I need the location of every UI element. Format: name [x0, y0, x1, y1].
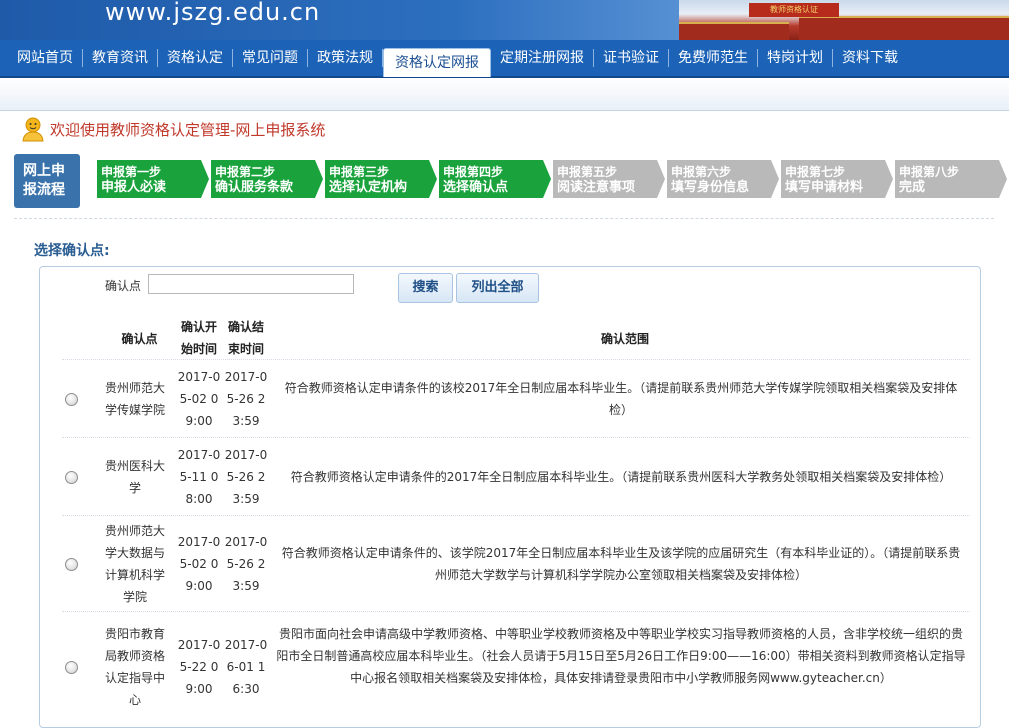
- step-number: 申报第五步: [557, 165, 618, 179]
- step-number: 申报第六步: [671, 165, 732, 179]
- cell-point: 贵州师范大学大数据与计算机科学学院: [104, 524, 165, 604]
- step-title: 选择确认点: [443, 180, 509, 195]
- row-select-radio[interactable]: [65, 393, 78, 406]
- steps-label: 网上申 报流程: [14, 154, 80, 208]
- column-header-scope: 确认范围: [600, 332, 649, 346]
- banner-sign: 教师资格认证: [749, 3, 839, 17]
- step-6: 申报第六步 填写身份信息: [667, 160, 779, 198]
- nav-item-9[interactable]: 特岗计划: [758, 49, 833, 67]
- welcome-bar: 欢迎使用教师资格认定管理-网上申报系统: [20, 116, 325, 142]
- column-header-start-line2: 始时间: [180, 342, 217, 356]
- step-1: 申报第一步 申报人必读: [97, 160, 209, 198]
- cell-start-time: 2017-05-02 09:00: [177, 370, 221, 428]
- cell-scope: 符合教师资格认定申请条件的该校2017年全日制应届本科毕业生。（请提前联系贵州师…: [284, 381, 958, 417]
- nav-item-3[interactable]: 常见问题: [233, 49, 308, 67]
- cell-point: 贵阳市教育局教师资格认定指导中心: [104, 627, 165, 707]
- step-3: 申报第三步 选择认定机构: [325, 160, 437, 198]
- site-url: www.jszg.edu.cn: [105, 0, 321, 26]
- nav-item-0[interactable]: 网站首页: [8, 49, 83, 67]
- confirm-point-search-input[interactable]: [148, 274, 354, 294]
- step-title: 阅读注意事项: [557, 180, 636, 195]
- column-header-end: 确认结 束时间: [224, 316, 268, 360]
- step-title: 确认服务条款: [215, 180, 294, 195]
- cell-scope: 贵阳市面向社会申请高级中学教师资格、中等职业学校教师资格及中等职业学校实习指导教…: [276, 627, 966, 685]
- cell-scope: 符合教师资格认定申请条件的、该学院2017年全日制应届本科毕业生及该学院的应届研…: [281, 546, 961, 582]
- search-label: 确认点: [105, 279, 142, 293]
- table-row[interactable]: 贵州医科大学 2017-05-11 08:00 2017-05-26 23:59 符合…: [62, 437, 970, 516]
- steps-label-line1: 网上申: [23, 163, 65, 179]
- row-select-radio[interactable]: [65, 558, 78, 571]
- step-number: 申报第三步: [329, 165, 390, 179]
- step-5: 申报第五步 阅读注意事项: [553, 160, 665, 198]
- list-all-button[interactable]: 列出全部: [456, 273, 539, 303]
- sub-bar: [0, 78, 1009, 111]
- welcome-text: 欢迎使用教师资格认定管理-网上申报系统: [50, 120, 326, 139]
- step-number: 申报第二步: [215, 165, 276, 179]
- step-number: 申报第八步: [899, 165, 960, 179]
- user-avatar-icon: [22, 117, 44, 142]
- step-title: 填写身份信息: [671, 180, 750, 195]
- row-select-radio[interactable]: [65, 471, 78, 484]
- step-8: 申报第八步 完成: [895, 160, 1007, 198]
- step-number: 申报第一步: [101, 165, 162, 179]
- nav-item-10[interactable]: 资料下载: [833, 49, 907, 67]
- nav-item-1[interactable]: 教育资讯: [83, 49, 158, 67]
- cell-end-time: 2017-05-26 23:59: [224, 535, 268, 593]
- column-header-start: 确认开 始时间: [177, 316, 221, 360]
- row-select-radio[interactable]: [65, 661, 78, 674]
- header-banner-image: 教师资格认证: [679, 0, 1009, 40]
- step-7: 申报第七步 填写申请材料: [781, 160, 893, 198]
- divider: [14, 218, 994, 219]
- section-title: 选择确认点:: [34, 243, 110, 259]
- step-4: 申报第四步 选择确认点: [439, 160, 551, 198]
- table-row[interactable]: 贵阳市教育局教师资格认定指导中心 2017-05-22 09:00 2017-06-…: [62, 611, 970, 722]
- nav-item-7[interactable]: 证书验证: [594, 49, 669, 67]
- main-nav: 网站首页 教育资讯 资格认定 常见问题 政策法规 资格认定网报 定期注册网报 证书验证 免费师范…: [0, 40, 1009, 78]
- cell-point: 贵州师范大学传媒学院: [104, 381, 165, 417]
- cell-start-time: 2017-05-11 08:00: [177, 448, 221, 506]
- cell-start-time: 2017-05-22 09:00: [177, 638, 221, 696]
- table-row[interactable]: 贵州师范大学传媒学院 2017-05-02 09:00 2017-05-26 23:…: [62, 359, 970, 438]
- column-header-end-line2: 束时间: [227, 342, 264, 356]
- step-number: 申报第七步: [785, 165, 846, 179]
- nav-item-5[interactable]: 资格认定网报: [383, 47, 491, 77]
- steps-label-line2: 报流程: [23, 182, 65, 198]
- table-row[interactable]: 贵州师范大学大数据与计算机科学学院 2017-05-02 09:00 2017-05…: [62, 515, 970, 612]
- cell-end-time: 2017-06-01 16:30: [224, 638, 268, 696]
- nav-item-8[interactable]: 免费师范生: [669, 49, 758, 67]
- cell-end-time: 2017-05-26 23:59: [224, 370, 268, 428]
- step-title: 选择认定机构: [329, 180, 408, 195]
- step-2: 申报第二步 确认服务条款: [211, 160, 323, 198]
- column-header-start-line1: 确认开: [180, 320, 217, 334]
- cell-end-time: 2017-05-26 23:59: [224, 448, 268, 506]
- confirm-point-panel: 确认点 搜索 列出全部 确认点 确认开 始时间 确认结 束时间 确认范围 贵州师…: [39, 266, 981, 728]
- column-header-point: 确认点: [121, 332, 158, 346]
- cell-start-time: 2017-05-02 09:00: [177, 535, 221, 593]
- step-number: 申报第四步: [443, 165, 504, 179]
- site-header: www.jszg.edu.cn 教师资格认证: [0, 0, 1009, 40]
- step-title: 完成: [899, 180, 926, 195]
- cell-point: 贵州医科大学: [104, 459, 165, 495]
- step-title: 填写申请材料: [785, 180, 864, 195]
- building-shape: [799, 16, 1009, 40]
- step-title: 申报人必读: [101, 180, 167, 195]
- cell-scope: 符合教师资格认定申请条件的2017年全日制应届本科毕业生。（请提前联系贵州医科大…: [290, 470, 952, 484]
- nav-item-2[interactable]: 资格认定: [158, 49, 233, 67]
- nav-item-4[interactable]: 政策法规: [308, 49, 383, 67]
- building-shape: [679, 22, 789, 40]
- column-header-end-line1: 确认结: [227, 320, 264, 334]
- nav-item-6[interactable]: 定期注册网报: [491, 49, 594, 67]
- search-button[interactable]: 搜索: [398, 273, 453, 303]
